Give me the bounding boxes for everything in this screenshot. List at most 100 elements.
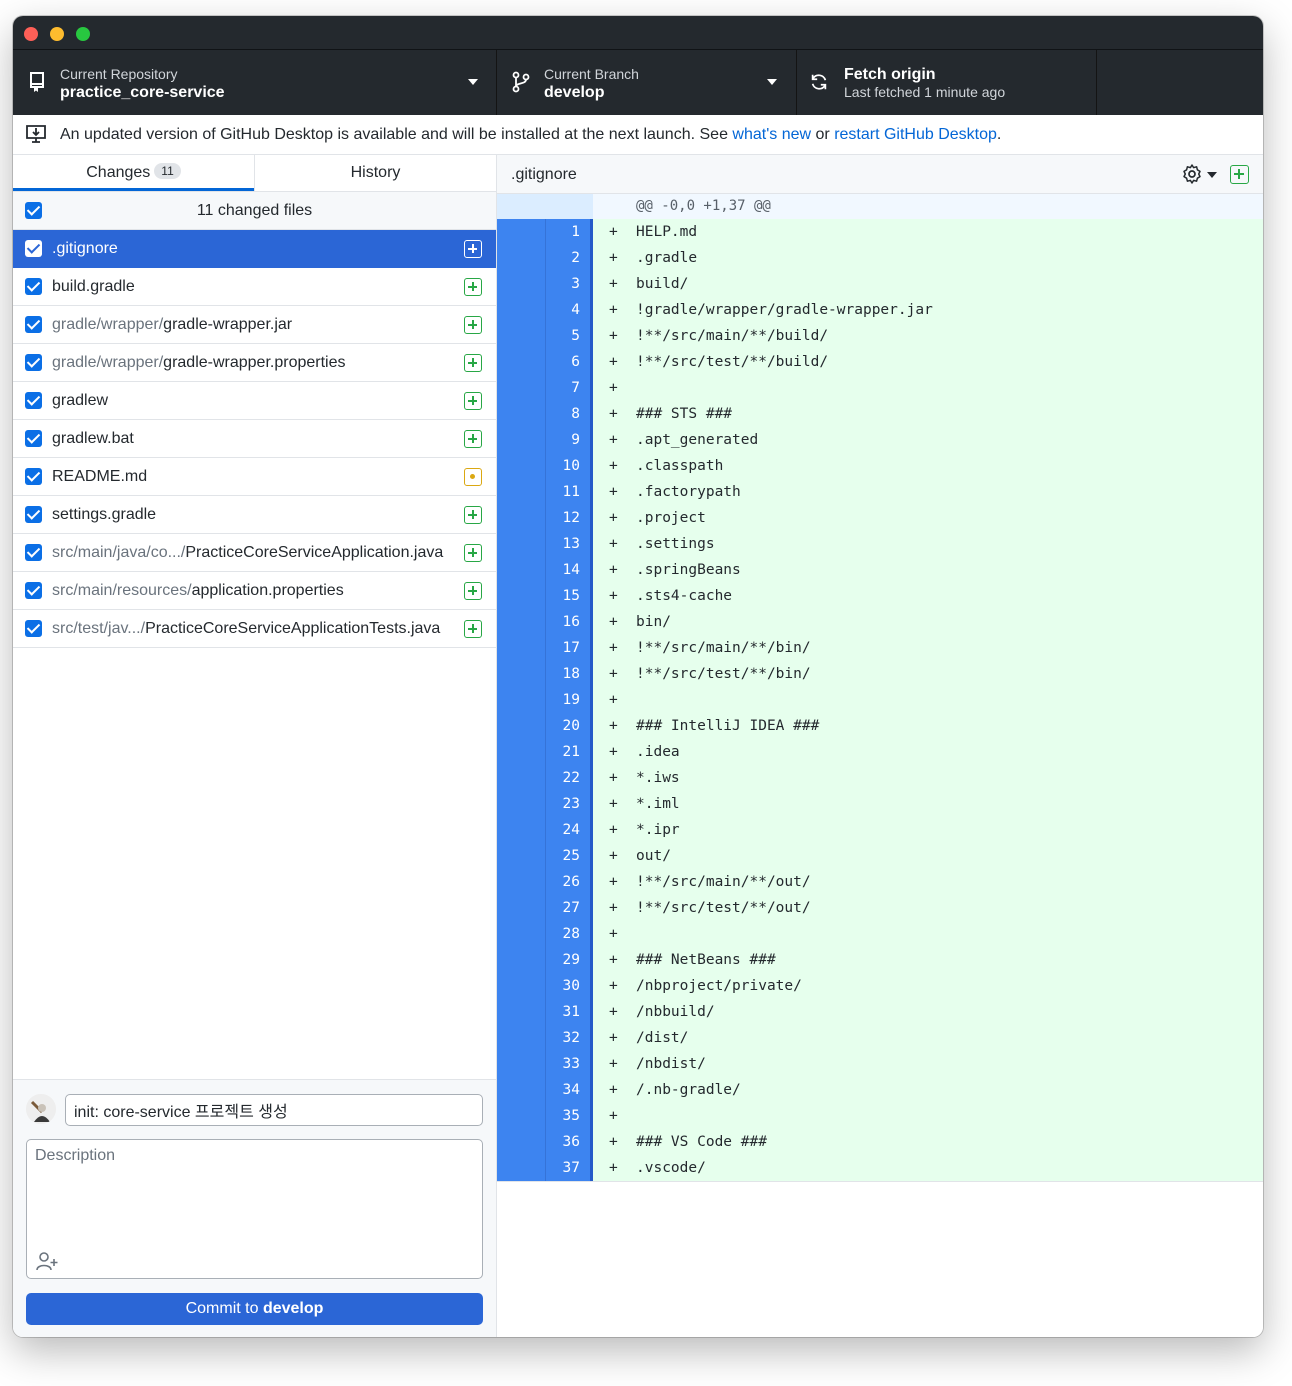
- file-name: application.properties: [191, 582, 344, 599]
- repository-name: practice_core-service: [60, 84, 225, 101]
- old-line-number: [497, 895, 545, 921]
- list-item[interactable]: gradlew.bat: [13, 420, 496, 458]
- select-all-checkbox[interactable]: [25, 202, 42, 219]
- new-line-number: 32: [545, 1025, 593, 1051]
- person-add-icon[interactable]: [35, 1250, 59, 1272]
- diff-line[interactable]: 25 + out/: [497, 843, 1263, 869]
- file-include-checkbox[interactable]: [25, 354, 42, 371]
- file-include-checkbox[interactable]: [25, 468, 42, 485]
- file-include-checkbox[interactable]: [25, 430, 42, 447]
- diff-line[interactable]: 2 + .gradle: [497, 245, 1263, 271]
- fetch-origin-button[interactable]: Fetch origin Last fetched 1 minute ago: [797, 50, 1097, 116]
- diff-line[interactable]: 37 + .vscode/: [497, 1155, 1263, 1181]
- diff-line[interactable]: 4 + !gradle/wrapper/gradle-wrapper.jar: [497, 297, 1263, 323]
- list-item[interactable]: README.md: [13, 458, 496, 496]
- diff-line[interactable]: 1 + HELP.md: [497, 219, 1263, 245]
- old-line-number: [497, 245, 545, 271]
- whats-new-link[interactable]: what's new: [732, 126, 811, 143]
- new-line-number: 30: [545, 973, 593, 999]
- file-include-checkbox[interactable]: [25, 316, 42, 333]
- diff-line[interactable]: 29 + ### NetBeans ###: [497, 947, 1263, 973]
- minimize-window-button[interactable]: [50, 27, 64, 41]
- new-line-number: 33: [545, 1051, 593, 1077]
- restart-link[interactable]: restart GitHub Desktop: [834, 126, 997, 143]
- diff-line[interactable]: 3 + build/: [497, 271, 1263, 297]
- current-branch-button[interactable]: Current Branch develop: [497, 50, 797, 116]
- diff-line[interactable]: 7 +: [497, 375, 1263, 401]
- diff-line[interactable]: 26 + !**/src/main/**/out/: [497, 869, 1263, 895]
- diff-line[interactable]: 36 + ### VS Code ###: [497, 1129, 1263, 1155]
- list-item[interactable]: build.gradle: [13, 268, 496, 306]
- diff-line[interactable]: 32 + /dist/: [497, 1025, 1263, 1051]
- list-item[interactable]: src/main/resources/application.propertie…: [13, 572, 496, 610]
- list-item[interactable]: .gitignore: [13, 230, 496, 268]
- diff-line-text: *.iml: [636, 796, 680, 812]
- current-repository-button[interactable]: Current Repository practice_core-service: [13, 50, 497, 116]
- file-name: gradle-wrapper.jar: [163, 316, 293, 333]
- commit-button[interactable]: Commit to develop: [26, 1293, 483, 1325]
- diff-line[interactable]: 34 + /.nb-gradle/: [497, 1077, 1263, 1103]
- diff-line[interactable]: 14 + .springBeans: [497, 557, 1263, 583]
- diff-line[interactable]: 33 + /nbdist/: [497, 1051, 1263, 1077]
- file-include-checkbox[interactable]: [25, 392, 42, 409]
- file-include-checkbox[interactable]: [25, 620, 42, 637]
- diff-line[interactable]: 24 + *.ipr: [497, 817, 1263, 843]
- diff-line[interactable]: 30 + /nbproject/private/: [497, 973, 1263, 999]
- file-include-checkbox[interactable]: [25, 278, 42, 295]
- diff-line[interactable]: 31 + /nbbuild/: [497, 999, 1263, 1025]
- chevron-down-icon[interactable]: [1207, 172, 1217, 178]
- new-line-number: 17: [545, 635, 593, 661]
- changed-files-list: .gitignore build.gradle gradle/wrapper/gra…: [13, 230, 496, 648]
- diff-line[interactable]: 19 +: [497, 687, 1263, 713]
- list-item[interactable]: gradlew: [13, 382, 496, 420]
- diff-line[interactable]: 27 + !**/src/test/**/out/: [497, 895, 1263, 921]
- tab-changes[interactable]: Changes 11: [13, 155, 254, 191]
- added-line-marker: +: [609, 380, 618, 396]
- diff-line[interactable]: 18 + !**/src/test/**/bin/: [497, 661, 1263, 687]
- added-line-marker: +: [609, 562, 618, 578]
- gear-icon[interactable]: [1181, 163, 1203, 185]
- added-line-marker: +: [609, 1082, 618, 1098]
- file-include-checkbox[interactable]: [25, 506, 42, 523]
- diff-line[interactable]: 21 + .idea: [497, 739, 1263, 765]
- list-item[interactable]: settings.gradle: [13, 496, 496, 534]
- chevron-down-icon: [468, 79, 478, 85]
- close-window-button[interactable]: [24, 27, 38, 41]
- diff-line[interactable]: 9 + .apt_generated: [497, 427, 1263, 453]
- list-item[interactable]: src/test/jav.../PracticeCoreServiceAppli…: [13, 610, 496, 648]
- file-name: .gitignore: [52, 240, 118, 257]
- commit-description-field[interactable]: Description: [26, 1139, 483, 1279]
- diff-line[interactable]: 16 + bin/: [497, 609, 1263, 635]
- fetch-subtitle: Last fetched 1 minute ago: [844, 84, 1006, 100]
- diff-line[interactable]: 6 + !**/src/test/**/build/: [497, 349, 1263, 375]
- diff-line[interactable]: 23 + *.iml: [497, 791, 1263, 817]
- diff-line[interactable]: 20 + ### IntelliJ IDEA ###: [497, 713, 1263, 739]
- diff-line[interactable]: 12 + .project: [497, 505, 1263, 531]
- diff-line[interactable]: 13 + .settings: [497, 531, 1263, 557]
- commit-summary-input[interactable]: [65, 1094, 483, 1126]
- new-line-number: 36: [545, 1129, 593, 1155]
- diff-line[interactable]: 28 +: [497, 921, 1263, 947]
- file-include-checkbox[interactable]: [25, 240, 42, 257]
- diff-line[interactable]: 5 + !**/src/main/**/build/: [497, 323, 1263, 349]
- file-include-checkbox[interactable]: [25, 544, 42, 561]
- diff-line[interactable]: 35 +: [497, 1103, 1263, 1129]
- banner-period: .: [996, 126, 1002, 143]
- list-item[interactable]: gradle/wrapper/gradle-wrapper.properties: [13, 344, 496, 382]
- tab-history[interactable]: History: [254, 155, 496, 191]
- zoom-window-button[interactable]: [76, 27, 90, 41]
- list-item[interactable]: src/main/java/co.../PracticeCoreServiceA…: [13, 534, 496, 572]
- diff-line-text: /nbbuild/: [636, 1004, 715, 1020]
- diff-line[interactable]: 11 + .factorypath: [497, 479, 1263, 505]
- old-line-number: [497, 869, 545, 895]
- list-item[interactable]: gradle/wrapper/gradle-wrapper.jar: [13, 306, 496, 344]
- diff-line[interactable]: 8 + ### STS ###: [497, 401, 1263, 427]
- diff-line[interactable]: 17 + !**/src/main/**/bin/: [497, 635, 1263, 661]
- diff-line[interactable]: 10 + .classpath: [497, 453, 1263, 479]
- file-include-checkbox[interactable]: [25, 582, 42, 599]
- added-line-marker: +: [609, 1004, 618, 1020]
- new-line-number: 11: [545, 479, 593, 505]
- diff-line[interactable]: 15 + .sts4-cache: [497, 583, 1263, 609]
- new-line-number: 27: [545, 895, 593, 921]
- diff-line[interactable]: 22 + *.iws: [497, 765, 1263, 791]
